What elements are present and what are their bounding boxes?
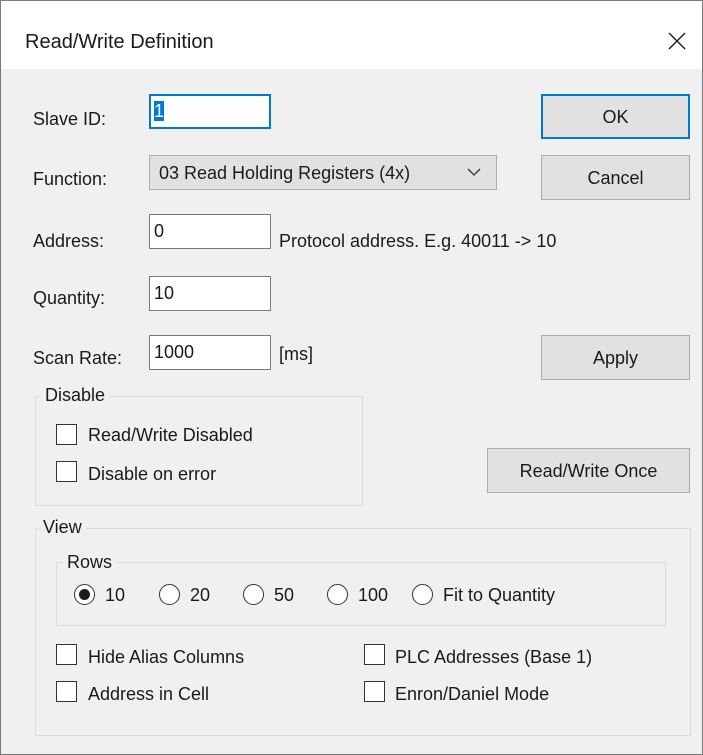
address-in-cell-label: Address in Cell [88,684,210,704]
function-value: 03 Read Holding Registers (4x) [159,163,411,183]
close-icon [668,32,686,50]
apply-button[interactable]: Apply [541,335,690,380]
view-group-title: View [39,516,86,538]
address-label: Address: [33,231,105,251]
address-value: 0 [154,221,165,241]
slave-id-label: Slave ID: [33,109,107,129]
rows-radio-fit-to-quantity-label: Fit to Quantity [443,585,556,605]
address-input[interactable]: 0 [149,214,271,249]
quantity-value: 10 [154,283,175,303]
rows-group-title: Rows [63,551,117,573]
disable-group [35,396,363,506]
rows-radio-10[interactable] [74,584,95,605]
scan-rate-input[interactable]: 1000 [149,335,271,370]
rows-radio-20[interactable] [159,584,180,605]
rows-radio-fit-to-quantity[interactable] [412,584,433,605]
read-write-disabled-label: Read/Write Disabled [88,425,253,445]
rows-radio-20-label: 20 [190,585,211,605]
close-button[interactable] [659,23,695,59]
plc-addresses-label: PLC Addresses (Base 1) [395,647,593,667]
enron-daniel-mode-label: Enron/Daniel Mode [395,684,550,704]
plc-addresses-checkbox[interactable] [364,644,385,665]
rows-radio-10-label: 10 [105,585,126,605]
disable-on-error-checkbox[interactable] [56,461,77,482]
rows-radio-50[interactable] [243,584,264,605]
quantity-input[interactable]: 10 [149,276,271,311]
disable-on-error-label: Disable on error [88,464,217,484]
hide-alias-columns-checkbox[interactable] [56,644,77,665]
slave-id-value: 1 [154,101,165,121]
radio-selected-dot [79,589,90,600]
read-write-disabled-checkbox[interactable] [56,424,77,445]
rows-radio-100[interactable] [327,584,348,605]
rows-radio-100-label: 100 [358,585,389,605]
slave-id-input[interactable]: 1 [149,94,271,129]
disable-group-title: Disable [41,384,110,406]
function-label: Function: [33,169,108,189]
address-hint: Protocol address. E.g. 40011 -> 10 [279,231,557,251]
scan-rate-label: Scan Rate: [33,348,123,368]
title-bar: Read/Write Definition [1,1,702,69]
dialog-title: Read/Write Definition [25,31,214,53]
rows-radio-50-label: 50 [274,585,295,605]
chevron-down-icon [467,168,481,176]
read-write-definition-dialog: Read/Write Definition Slave ID: 1 Functi… [0,0,703,755]
function-select[interactable]: 03 Read Holding Registers (4x) [149,155,497,190]
read-write-once-button[interactable]: Read/Write Once [487,448,690,493]
ok-button[interactable]: OK [541,94,690,139]
scan-rate-value: 1000 [154,342,195,362]
quantity-label: Quantity: [33,288,106,308]
address-in-cell-checkbox[interactable] [56,681,77,702]
scan-rate-unit: [ms] [279,344,313,364]
enron-daniel-mode-checkbox[interactable] [364,681,385,702]
hide-alias-columns-label: Hide Alias Columns [88,647,245,667]
cancel-button[interactable]: Cancel [541,155,690,200]
